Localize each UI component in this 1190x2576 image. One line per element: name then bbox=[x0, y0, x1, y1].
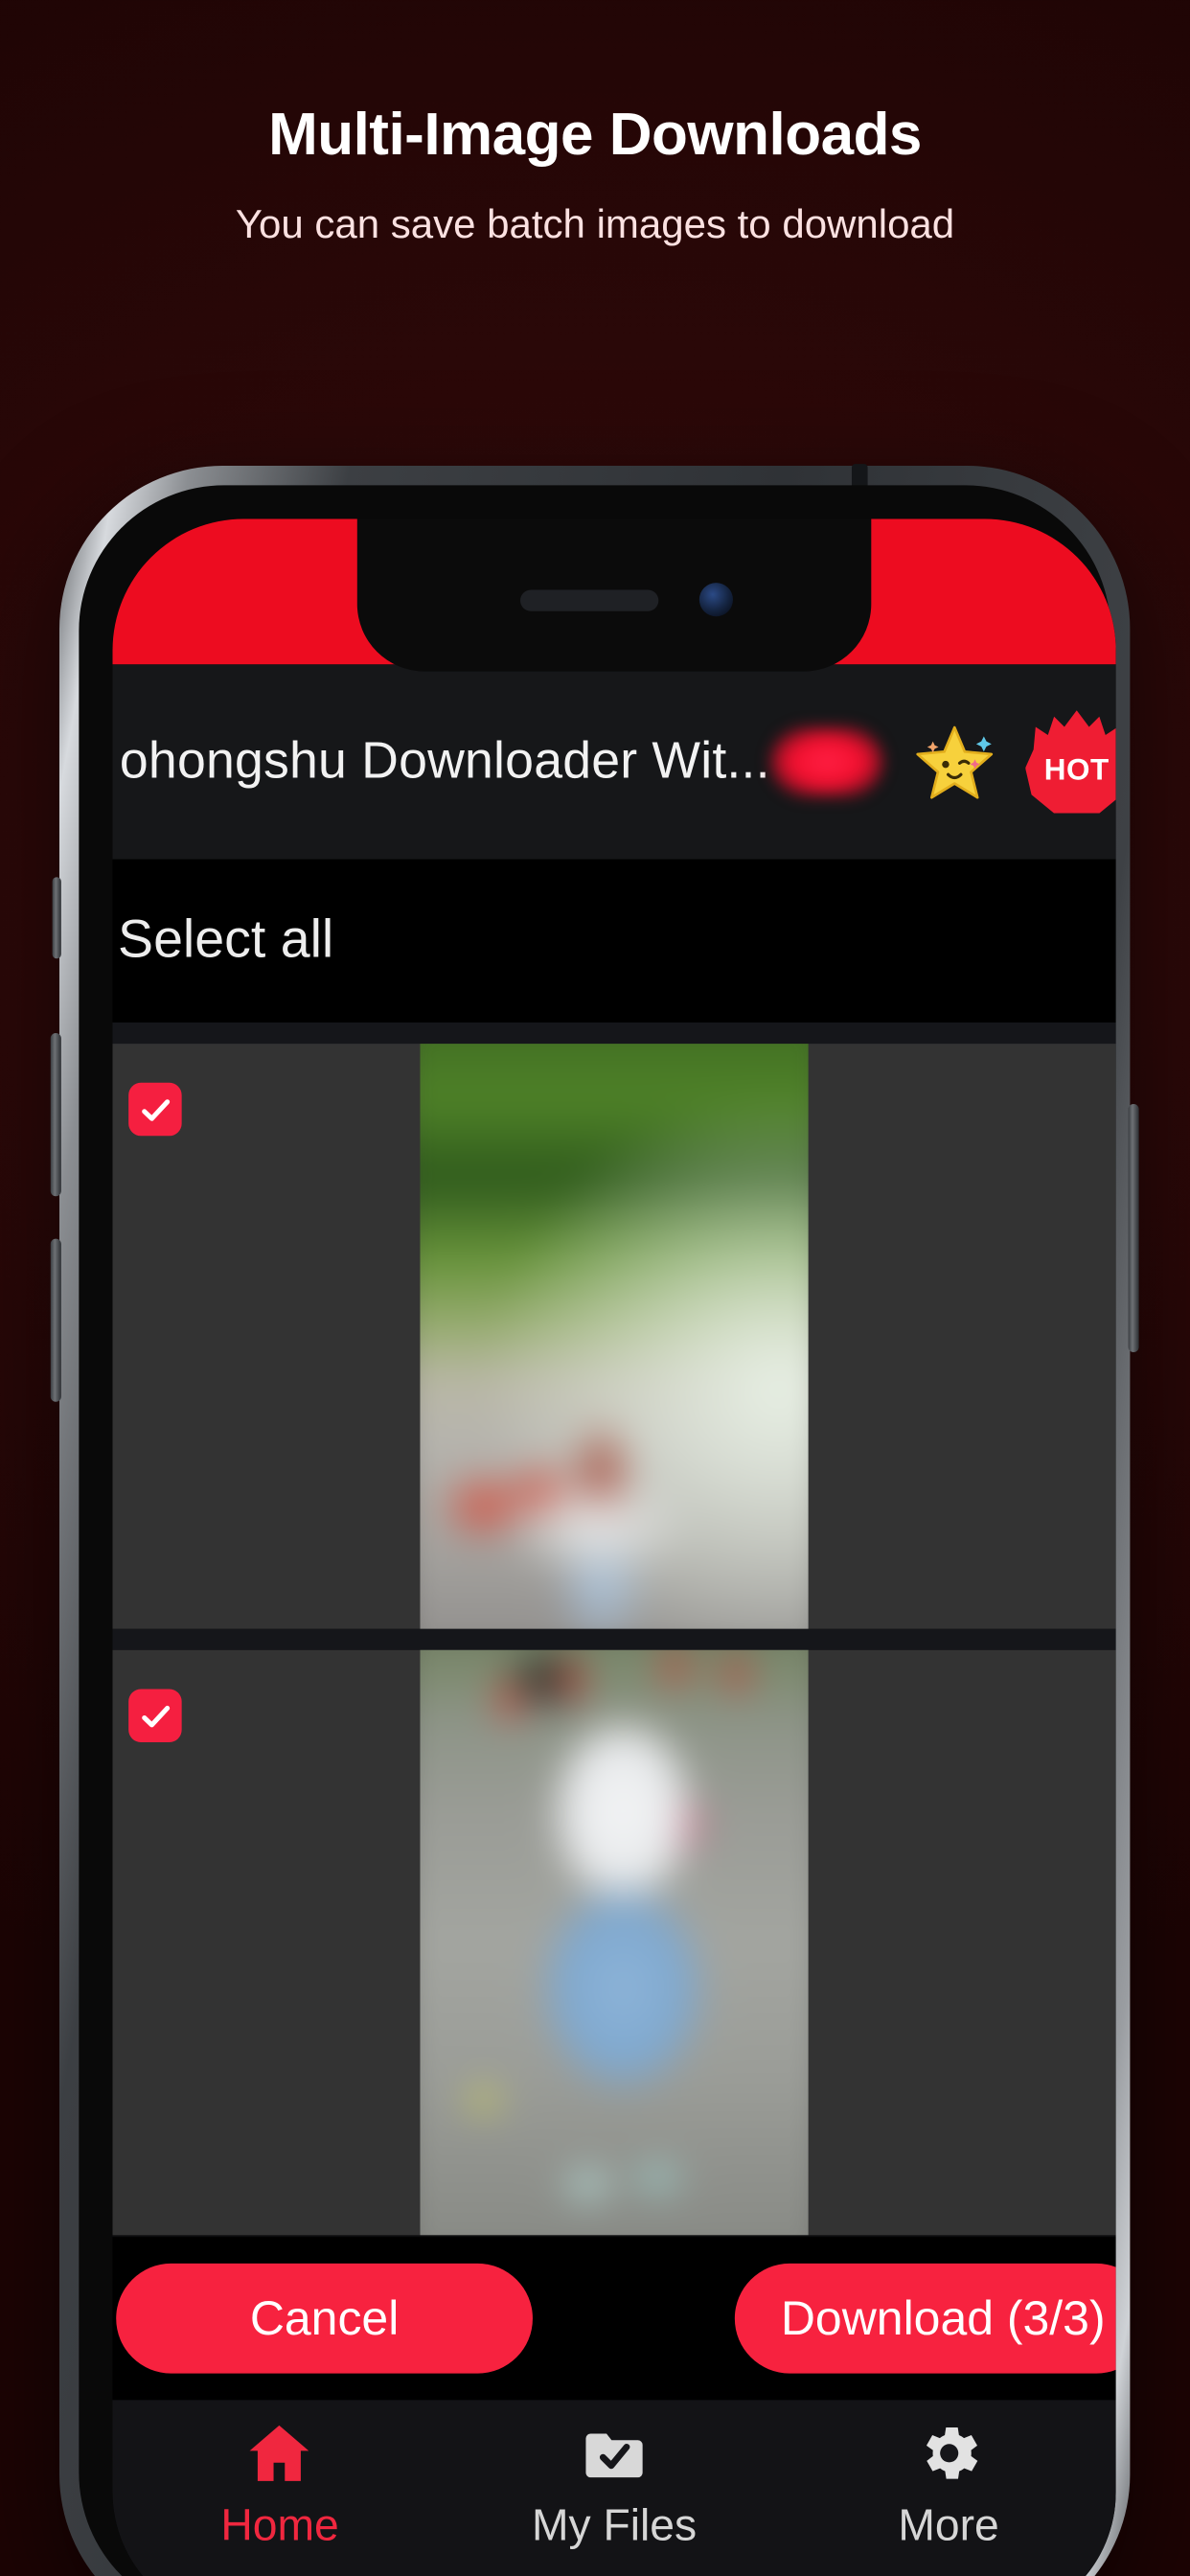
volume-down-button[interactable] bbox=[50, 1238, 61, 1402]
volume-up-button[interactable] bbox=[50, 1033, 61, 1197]
front-camera-icon bbox=[698, 583, 733, 617]
checkbox-image-2[interactable] bbox=[128, 1689, 182, 1742]
checkbox-image-1[interactable] bbox=[128, 1082, 182, 1137]
thumbnail-image-2[interactable] bbox=[420, 1649, 809, 2236]
cancel-button[interactable]: Cancel bbox=[116, 2263, 533, 2374]
page-subtitle: You can save batch images to download bbox=[235, 201, 955, 247]
gear-icon bbox=[913, 2416, 984, 2491]
select-all-label: Select all bbox=[118, 910, 334, 970]
app-bar-title: ohongshu Downloader Wit... bbox=[119, 732, 770, 790]
download-button[interactable]: Download (3/3) bbox=[734, 2263, 1116, 2374]
image-list[interactable] bbox=[112, 1022, 1116, 2238]
image-item-2[interactable] bbox=[112, 1649, 1116, 2236]
status-bar bbox=[112, 518, 1116, 672]
page-title: Multi-Image Downloads bbox=[268, 102, 922, 168]
star-icon[interactable] bbox=[904, 712, 1004, 812]
promo-header: Multi-Image Downloads You can save batch… bbox=[0, 0, 1190, 250]
power-button[interactable] bbox=[1128, 1104, 1139, 1352]
phone-bezel: ohongshu Downloader Wit... HOT Select al… bbox=[79, 485, 1116, 2576]
bottom-navigation: Home My Files More bbox=[112, 2400, 1116, 2576]
list-divider bbox=[112, 1022, 1116, 1045]
list-divider bbox=[112, 1628, 1116, 1650]
nav-label-home: Home bbox=[220, 2500, 339, 2551]
nav-item-my-files[interactable]: My Files bbox=[447, 2416, 782, 2552]
phone-screen: ohongshu Downloader Wit... HOT Select al… bbox=[112, 518, 1116, 2576]
nav-label-my-files: My Files bbox=[531, 2500, 698, 2551]
nav-label-more: More bbox=[898, 2500, 999, 2551]
nav-item-home[interactable]: Home bbox=[113, 2416, 447, 2552]
phone-frame: ohongshu Downloader Wit... HOT Select al… bbox=[50, 464, 1139, 2576]
speaker-grille-icon bbox=[520, 589, 659, 611]
folder-check-icon bbox=[579, 2416, 650, 2491]
hot-badge-label: HOT bbox=[1043, 751, 1110, 786]
action-bar: Cancel Download (3/3) bbox=[112, 2237, 1116, 2401]
select-all-row[interactable]: Select all bbox=[112, 859, 1116, 1023]
app-bar: ohongshu Downloader Wit... HOT bbox=[112, 664, 1116, 860]
notch bbox=[356, 518, 872, 672]
app-bar-actions: HOT bbox=[769, 710, 1116, 814]
silent-switch[interactable] bbox=[52, 877, 61, 959]
home-icon bbox=[244, 2416, 315, 2491]
thumbnail-image-1[interactable] bbox=[420, 1044, 809, 1629]
hot-flame-icon[interactable]: HOT bbox=[1025, 710, 1116, 814]
nav-item-more[interactable]: More bbox=[782, 2416, 1116, 2552]
blurred-badge-icon[interactable] bbox=[769, 725, 884, 797]
phone-mockup: ohongshu Downloader Wit... HOT Select al… bbox=[50, 464, 1139, 2576]
image-item-1[interactable] bbox=[112, 1044, 1116, 1629]
